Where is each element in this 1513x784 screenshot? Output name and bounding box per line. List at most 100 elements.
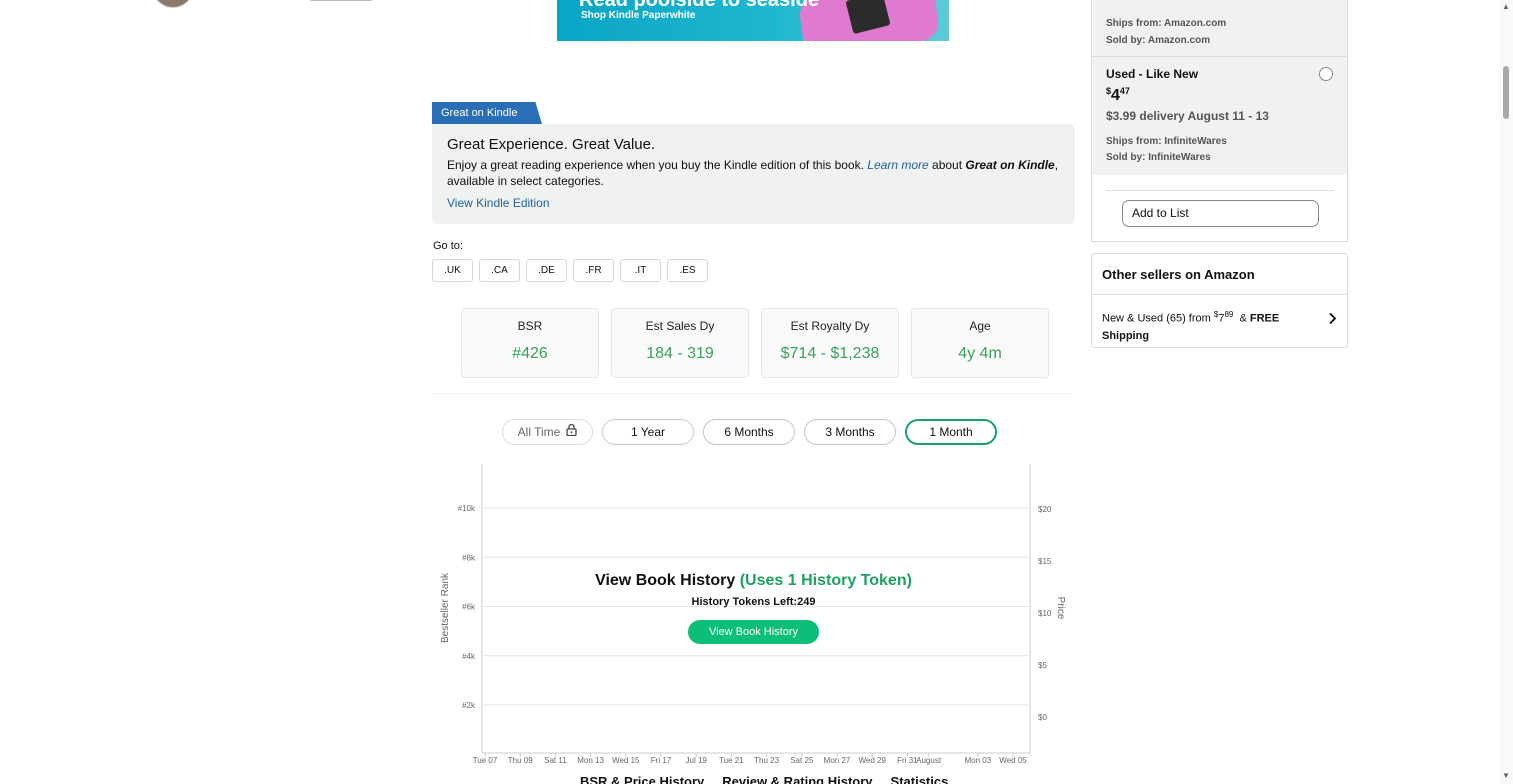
offer-condition: Used - Like New <box>1106 67 1199 81</box>
history-overlay-title: View Book History (Uses 1 History Token) <box>432 572 1075 590</box>
x-tick-label: Tue 07 <box>473 756 498 765</box>
banner-subtitle: Shop Kindle Paperwhite <box>581 10 696 21</box>
history-overlay: View Book History (Uses 1 History Token)… <box>432 572 1075 644</box>
stat-value: #426 <box>512 345 548 362</box>
x-tick-label: Wed 05 <box>999 756 1027 765</box>
price-fraction: 47 <box>1119 86 1130 96</box>
scrollbar-thumb[interactable] <box>1503 66 1509 119</box>
stat-card-bsr: BSR #426 <box>461 308 599 378</box>
view-kindle-edition-link[interactable]: View Kindle Edition <box>447 196 1060 210</box>
offer-price: $447 <box>1106 86 1130 105</box>
tab-statistics[interactable]: Statistics <box>891 774 949 784</box>
range-all-time-button[interactable]: All Time <box>502 419 593 445</box>
tab-bsr-price-history[interactable]: BSR & Price History <box>580 774 704 784</box>
avatar <box>152 0 194 8</box>
history-tokens-left: History Tokens Left:249 <box>691 596 816 608</box>
view-book-history-button[interactable]: View Book History <box>688 620 819 644</box>
lock-icon <box>566 420 577 444</box>
gok-text-before: Enjoy a great reading experience when yo… <box>447 158 864 172</box>
x-tick-label: Fri 31 <box>897 756 918 765</box>
y-tick-label: #4k <box>462 652 476 661</box>
x-tick-label: August <box>916 756 942 765</box>
range-1-month-button[interactable]: 1 Month <box>905 419 997 445</box>
sold-by-infinitewares: Sold by: InfiniteWares <box>1106 152 1211 163</box>
stat-label: BSR <box>517 319 543 333</box>
goto-de-button[interactable]: .DE <box>526 259 567 282</box>
y2-tick-label: $20 <box>1038 505 1052 514</box>
stat-card-royalty: Est Royalty Dy $714 - $1,238 <box>761 308 899 378</box>
offer-radio[interactable] <box>1319 67 1333 81</box>
os-prefix: New & Used (65) from <box>1102 312 1211 325</box>
section-divider <box>432 393 1072 394</box>
x-tick-label: Mon 27 <box>824 756 851 765</box>
sold-by-amazon: Sold by: Amazon.com <box>1106 35 1211 46</box>
ships-from-infinitewares: Ships from: InfiniteWares <box>1106 136 1227 147</box>
goto-fr-button[interactable]: .FR <box>573 259 614 282</box>
profile-button[interactable] <box>308 0 374 1</box>
page-scrollbar[interactable]: ▲ ▼ <box>1500 0 1513 784</box>
learn-more-link[interactable]: Learn more <box>867 158 928 172</box>
x-tick-label: Sat 25 <box>790 756 814 765</box>
offer-delivery: $3.99 delivery August 11 - 13 <box>1106 109 1269 123</box>
other-sellers-box[interactable]: Other sellers on Amazon New & Used (65) … <box>1091 253 1348 348</box>
chevron-right-icon <box>1328 312 1337 330</box>
stat-value: $714 - $1,238 <box>780 345 880 362</box>
range-1-year-button[interactable]: 1 Year <box>602 419 694 445</box>
y-tick-label: #10k <box>458 504 476 513</box>
range-3-months-button[interactable]: 3 Months <box>804 419 896 445</box>
stat-card-age: Age 4y 4m <box>911 308 1049 378</box>
gok-text-mid: about <box>932 158 963 172</box>
range-label: All Time <box>517 425 561 439</box>
x-tick-label: Mon 03 <box>964 756 991 765</box>
bsr-price-chart: #2k #4k #6k #8k #10k $0 $5 $10 $15 $20 Tue 07 Thu 0… <box>432 458 1072 784</box>
stat-label: Age <box>969 319 991 333</box>
great-on-kindle-description: Enjoy a great reading experience when yo… <box>447 157 1060 189</box>
x-tick-label: Thu 09 <box>508 756 533 765</box>
great-on-kindle-tag: Great on Kindle <box>432 102 542 124</box>
x-tick-label: Tue 21 <box>719 756 744 765</box>
goto-label: Go to: <box>433 240 463 252</box>
gok-brand: Great on Kindle <box>965 158 1055 172</box>
range-6-months-button[interactable]: 6 Months <box>703 419 795 445</box>
stat-label: Est Sales Dy <box>645 319 715 333</box>
y-tick-label: #2k <box>462 701 476 710</box>
stat-value: 184 - 319 <box>646 345 714 362</box>
goto-ca-button[interactable]: .CA <box>479 259 520 282</box>
offer-panel: Ships from: Amazon.com Sold by: Amazon.c… <box>1092 0 1347 175</box>
stat-card-sales: Est Sales Dy 184 - 319 <box>611 308 749 378</box>
goto-it-button[interactable]: .IT <box>620 259 661 282</box>
goto-es-button[interactable]: .ES <box>667 259 708 282</box>
kindle-banner-ad[interactable]: Read poolside to seaside Shop Kindle Pap… <box>557 0 949 41</box>
great-on-kindle-box: Great Experience. Great Value. Enjoy a g… <box>432 124 1075 224</box>
os-free-prefix: & <box>1239 312 1247 325</box>
y2-tick-label: $0 <box>1038 713 1047 722</box>
marketplace-links: .UK .CA .DE .FR .IT .ES <box>432 259 708 282</box>
x-tick-label: Mon 13 <box>577 756 604 765</box>
offer-divider <box>1092 56 1347 57</box>
x-tick-label: Wed 15 <box>612 756 640 765</box>
buy-box-divider <box>1106 190 1334 191</box>
x-tick-label: Jul 19 <box>686 756 708 765</box>
scroll-up-arrow-icon[interactable]: ▲ <box>1502 2 1510 11</box>
stat-label: Est Royalty Dy <box>790 319 870 333</box>
goto-uk-button[interactable]: .UK <box>432 259 473 282</box>
y2-tick-label: $5 <box>1038 661 1047 670</box>
time-range-selector: All Time 1 Year 6 Months 3 Months 1 Mont… <box>502 419 997 445</box>
tab-review-rating-history[interactable]: Review & Rating History <box>722 774 872 784</box>
other-sellers-offer: New & Used (65) from $789 & FREE Shippin… <box>1102 306 1312 345</box>
y2-tick-label: $15 <box>1038 557 1052 566</box>
book-stats: BSR #426 Est Sales Dy 184 - 319 Est Roya… <box>461 308 1049 378</box>
other-sellers-divider <box>1092 294 1347 295</box>
add-to-list-button[interactable]: Add to List <box>1122 200 1319 227</box>
overlay-title-main: View Book History <box>595 572 736 589</box>
buy-box: Ships from: Amazon.com Sold by: Amazon.c… <box>1091 0 1348 242</box>
chart-tabs: BSR & Price History Review & Rating Hist… <box>580 774 948 784</box>
other-sellers-title: Other sellers on Amazon <box>1102 267 1255 282</box>
overlay-title-note: (Uses 1 History Token) <box>739 572 912 589</box>
scroll-down-arrow-icon[interactable]: ▼ <box>1502 771 1510 780</box>
price-currency: $ <box>1106 86 1112 96</box>
x-tick-label: Sat 11 <box>544 756 567 765</box>
great-on-kindle-title: Great Experience. Great Value. <box>447 136 656 153</box>
price-whole: 4 <box>1111 87 1120 104</box>
x-tick-label: Fri 17 <box>651 756 672 765</box>
